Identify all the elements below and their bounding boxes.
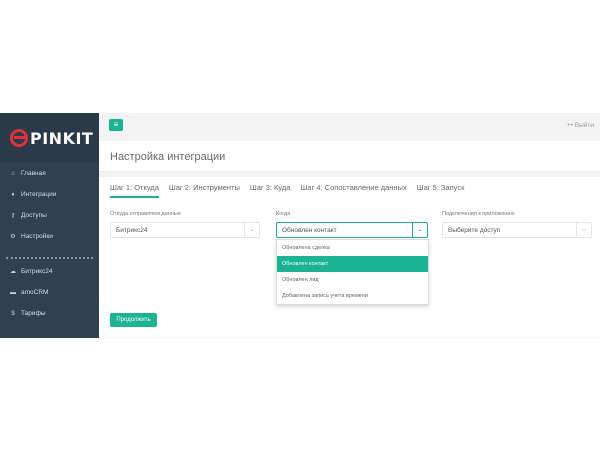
- connection-select[interactable]: Выберите доступ ⌄: [442, 222, 592, 238]
- tab-step-5[interactable]: Шаг 5: Запуск: [417, 183, 465, 198]
- dropdown-option[interactable]: Обновлена сделка: [277, 240, 428, 256]
- logout-icon: ↦: [567, 122, 573, 129]
- sidebar-item-label: Настройки: [21, 233, 53, 240]
- source-label: Откуда отправляем данные: [110, 211, 181, 217]
- connection-select-placeholder: Выберите доступ: [448, 227, 501, 234]
- sidebar-divider: [6, 249, 93, 259]
- sidebar-item-label: Интеграции: [21, 191, 57, 198]
- logo[interactable]: PINKIT: [0, 113, 99, 163]
- sidebar-item-amocrm[interactable]: ▬ amoCRM: [0, 282, 99, 303]
- tab-step-4[interactable]: Шаг 4: Сопоставление данных: [300, 183, 406, 198]
- dropdown-option[interactable]: Обновлен лид: [277, 272, 428, 288]
- menu-toggle-button[interactable]: ≡: [109, 119, 123, 131]
- key-icon: ⚷: [10, 213, 16, 219]
- cloud-icon: ☁: [10, 269, 16, 275]
- sidebar-item-label: Битрикс24: [21, 268, 53, 275]
- source-select-value: Битрикс24: [116, 227, 148, 234]
- drive-icon: ▬: [10, 289, 16, 296]
- sidebar: PINKIT ⌂ Главная ♦ Интеграции ⚷ Доступы …: [0, 113, 99, 338]
- logout-label: Выйти: [574, 122, 594, 129]
- when-select-value: Обновлен контакт: [282, 227, 337, 234]
- page-header: Настройка интеграции: [99, 141, 600, 172]
- dollar-icon: $: [11, 310, 15, 317]
- sidebar-item-access[interactable]: ⚷ Доступы: [0, 205, 99, 226]
- wizard-tabs: Шаг 1: Откуда Шаг 2: Инструменты Шаг 3: …: [110, 183, 464, 198]
- logo-text: PINKIT: [30, 128, 94, 148]
- dropdown-option-selected[interactable]: Обновлен контакт: [277, 256, 428, 272]
- wizard-panel: Шаг 1: Откуда Шаг 2: Инструменты Шаг 3: …: [99, 177, 600, 337]
- sidebar-item-bitrix24[interactable]: ☁ Битрикс24: [0, 261, 99, 282]
- sidebar-item-label: Главная: [21, 170, 46, 177]
- when-dropdown: Обновлена сделка Обновлен контакт Обновл…: [276, 239, 429, 305]
- hamburger-icon: ≡: [113, 120, 119, 129]
- sidebar-nav: ⌂ Главная ♦ Интеграции ⚷ Доступы ⚙ Настр…: [0, 163, 99, 324]
- when-select[interactable]: Обновлен контакт ⌄: [276, 222, 428, 238]
- sidebar-item-home[interactable]: ⌂ Главная: [0, 163, 99, 184]
- chevron-down-icon: ⌄: [576, 223, 591, 237]
- when-label: Когда: [276, 211, 291, 217]
- settings-icon: ⚙: [10, 234, 16, 240]
- integration-icon: ♦: [11, 191, 15, 198]
- chevron-down-icon: ⌄: [244, 223, 259, 237]
- page-title: Настройка интеграции: [110, 151, 226, 163]
- connection-label: Подключения к приложению: [442, 211, 515, 217]
- sidebar-item-tariffs[interactable]: $ Тарифы: [0, 303, 99, 324]
- chevron-down-icon: ⌄: [412, 223, 427, 237]
- tab-step-3[interactable]: Шаг 3: Куда: [250, 183, 291, 198]
- sidebar-item-settings[interactable]: ⚙ Настройки: [0, 226, 99, 247]
- sidebar-item-label: Доступы: [21, 212, 47, 219]
- home-icon: ⌂: [11, 170, 15, 177]
- pinkit-logo-icon: [10, 129, 28, 147]
- tab-step-1[interactable]: Шаг 1: Откуда: [110, 183, 159, 198]
- logout-link[interactable]: ↦ Выйти: [567, 121, 594, 129]
- continue-button[interactable]: Продолжить: [110, 313, 157, 327]
- source-select[interactable]: Битрикс24 ⌄: [110, 222, 260, 238]
- topbar: ≡ ↦ Выйти: [99, 113, 600, 139]
- tab-step-2[interactable]: Шаг 2: Инструменты: [169, 183, 240, 198]
- sidebar-item-label: amoCRM: [21, 289, 49, 296]
- main-content: Настройка интеграции Шаг 1: Откуда Шаг 2…: [99, 139, 600, 338]
- sidebar-item-integrations[interactable]: ♦ Интеграции: [0, 184, 99, 205]
- app-window: PINKIT ⌂ Главная ♦ Интеграции ⚷ Доступы …: [0, 113, 600, 338]
- dropdown-option[interactable]: Добавлена запись учета времени: [277, 288, 428, 304]
- sidebar-item-label: Тарифы: [21, 310, 46, 317]
